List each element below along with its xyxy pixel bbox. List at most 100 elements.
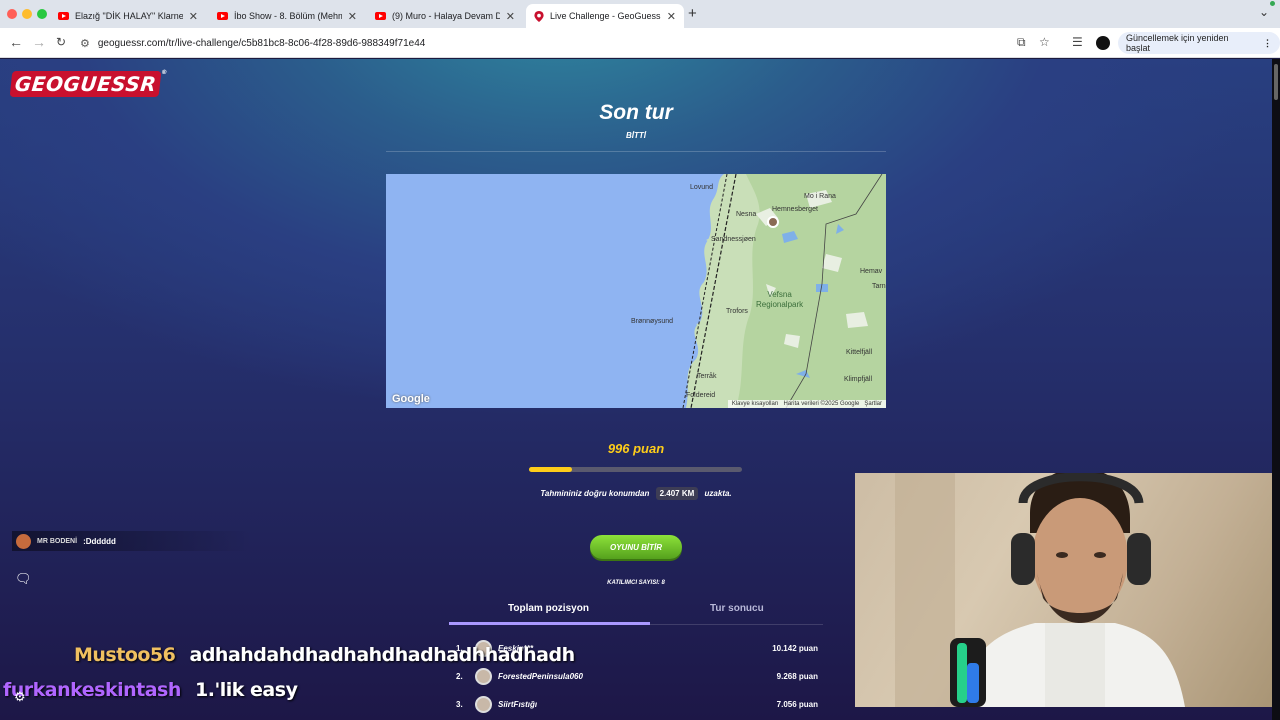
map-place: Foldereid [686,392,716,399]
results-tabs: Toplam pozisyon Tur sonucu [449,599,823,625]
minimize-window-button[interactable] [22,9,32,19]
avatar [475,696,492,713]
regional-park-label: Vefsna Regionalpark [756,290,803,310]
result-map[interactable]: Lovund Nesna Mo i Rana Hemnesberget Sand… [386,174,886,408]
end-game-button[interactable]: OYUNU BİTİR [590,535,682,559]
forward-icon[interactable]: → [32,34,46,50]
round-status: BİTTİ [626,131,646,140]
status-dot [1270,1,1275,6]
browser-tab[interactable]: (9) Muro - Halaya Devam De ✕ [367,4,523,28]
map-place: Kittelfjäll [846,349,873,356]
url-text: geoguessr.com/tr/live-challenge/c5b81bc8… [97,37,426,49]
avatar [16,533,31,549]
browser-tab-active[interactable]: Live Challenge - GeoGuessr ✕ [526,4,684,28]
close-window-button[interactable] [7,9,17,19]
chat-username: MR BODENİ [37,537,78,545]
chat-bubble-icon[interactable]: 🗨 [15,571,32,587]
logo-text: GEOGUESSR [13,72,158,96]
tab-title: (9) Muro - Halaya Devam De [392,11,500,21]
geoguessr-logo[interactable]: GEOGUESSR ® [9,69,168,97]
map-place: Trofors [726,308,748,315]
maximize-window-button[interactable] [37,9,47,19]
leaderboard-score: 7.056 puan [776,700,818,709]
stream-chat-text: 1.'lik easy [195,679,298,701]
address-bar[interactable]: ⚙ geoguessr.com/tr/live-challenge/c5b81b… [80,32,1010,54]
tab-title: İbo Show - 8. Bölüm (Mehme [234,11,342,21]
stream-chat-user: furkankeskintash [3,679,181,701]
avatar [475,668,492,685]
close-tab-icon[interactable]: ✕ [661,10,676,23]
reload-icon[interactable]: ↻ [56,35,66,49]
map-place: Sandnessjøen [711,236,756,243]
map-place: Lovund [690,184,713,191]
score-progress-bar [529,467,742,472]
youtube-icon [217,12,228,20]
distance-suffix: uzakta. [704,489,732,498]
map-data-text: Harita verileri ©2025 Google [783,401,860,407]
new-tab-icon[interactable]: + [688,5,697,22]
profile-avatar[interactable] [1096,36,1110,50]
browser-tab[interactable]: İbo Show - 8. Bölüm (Mehme ✕ [209,4,365,28]
youtube-icon [375,12,386,20]
active-tab-indicator [449,622,650,625]
page-scrollbar[interactable] [1272,59,1280,720]
chat-message: MR BODENİ :Dddddd [12,531,252,551]
leaderboard-rank: 3. [456,700,463,709]
leaderboard-name: SiirtFıstığı [498,700,538,709]
tab-search-chevron-icon[interactable]: ⌄ [1259,5,1269,19]
distance-value: 2.407 KM [655,487,699,500]
browser-toolbar: ← → ↻ ⚙ geoguessr.com/tr/live-challenge/… [0,28,1280,58]
terms-link[interactable]: Şartlar [864,401,882,407]
map-place: Nesna [736,211,757,218]
youtube-icon [58,12,69,20]
relaunch-update-button[interactable]: Güncellemek için yeniden başlat ⋮ [1118,32,1280,54]
browser-tab[interactable]: Elazığ "DİK HALAY" Klarnet: ✕ [50,4,206,28]
leaderboard-score: 10.142 puan [772,644,818,653]
stream-chat-text: adhahdahdhadhahdhadhadhhadhadh [189,644,576,666]
score-progress-fill [529,467,572,472]
leaderboard-rank: 2. [456,672,463,681]
webcam-feed [855,473,1272,707]
bookmark-star-icon[interactable]: ☆ [1039,35,1050,49]
leaderboard-name: ForestedPeninsula060 [498,672,583,681]
tab-round-result[interactable]: Tur sonucu [710,603,764,614]
close-tab-icon[interactable]: ✕ [183,10,198,23]
round-score: 996 puan [607,441,665,456]
stream-chat-user: Mustoo56 [74,644,176,666]
menu-kebab-icon: ⋮ [1263,37,1272,48]
map-place: Klimpfjäll [844,376,873,383]
cast-icon[interactable]: ⧉ [1017,35,1026,50]
tab-title: Live Challenge - GeoGuessr [550,11,661,21]
distance-prefix: Tahmininiz doğru konumdan [540,489,650,498]
google-logo: Google [392,393,430,405]
leaderboard-score: 9.268 puan [776,672,818,681]
map-place: Hemav [860,268,883,275]
tab-title: Elazığ "DİK HALAY" Klarnet: [75,11,183,21]
streamer-webcam-image [895,473,1185,707]
guess-marker[interactable] [767,216,779,228]
back-icon[interactable]: ← [9,34,23,50]
leaderboard-row[interactable]: 3. SiirtFıstığı 7.056 puan [449,695,823,715]
stream-chat-line: Mustoo56 adhahdahdhadhahdhadhadhhadhadh [74,644,575,666]
reading-list-icon[interactable]: ☰ [1072,35,1083,49]
leaderboard-row[interactable]: 2. ForestedPeninsula060 9.268 puan [449,667,823,687]
page-title: Son tur [599,101,673,124]
geoguessr-pin-icon [534,10,544,22]
close-tab-icon[interactable]: ✕ [500,10,515,23]
site-settings-icon[interactable]: ⚙ [80,37,90,50]
map-place: Brønnøysund [631,318,674,325]
gear-icon[interactable]: ⚙ [14,689,26,705]
map-place: Tarn [872,283,886,290]
browser-tab-bar: Elazığ "DİK HALAY" Klarnet: ✕ İbo Show -… [0,0,1280,28]
keyboard-shortcuts-link[interactable]: Klavye kısayolları [732,401,779,407]
park-name: Vefsna [767,290,792,299]
map-place: Mo i Rana [804,193,836,200]
scrollbar-thumb[interactable] [1274,64,1278,100]
stream-chat-line: furkankeskintash 1.'lik easy [3,679,298,701]
map-place: Terråk [697,373,717,380]
divider [386,151,886,152]
map-attribution: Klavye kısayolları Harita verileri ©2025… [727,400,886,408]
tab-total-position[interactable]: Toplam pozisyon [508,603,589,614]
map-place: Hemnesberget [772,206,818,213]
close-tab-icon[interactable]: ✕ [342,10,357,23]
